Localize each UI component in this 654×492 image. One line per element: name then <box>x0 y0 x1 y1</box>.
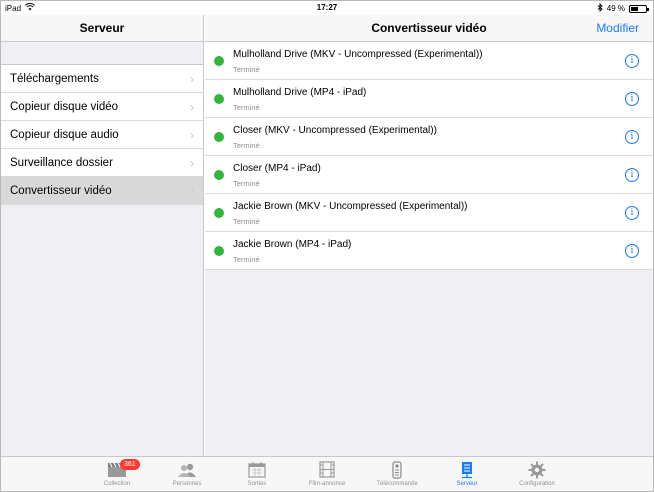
tab-label: Sorties <box>247 481 267 487</box>
edit-button[interactable]: Modifier <box>596 21 639 35</box>
conversion-row[interactable]: Jackie Brown (MP4 - iPad) Terminé i <box>205 232 653 270</box>
remote-icon <box>387 460 407 479</box>
menu-item-audio-disc-copier[interactable]: Copieur disque audio › <box>1 121 203 149</box>
conversion-row[interactable]: Jackie Brown (MKV - Uncompressed (Experi… <box>205 194 653 232</box>
status-time: 17:27 <box>316 3 338 12</box>
conversion-name: Jackie Brown (MKV - Uncompressed (Experi… <box>233 201 468 212</box>
gear-icon <box>527 460 547 479</box>
info-icon[interactable]: i <box>625 92 639 106</box>
tab-label: Configuration <box>519 481 555 487</box>
server-icon <box>457 460 477 479</box>
tab-label: Collection <box>103 481 131 487</box>
conversion-row[interactable]: Closer (MP4 - iPad) Terminé i <box>205 156 653 194</box>
status-done-indicator <box>214 170 224 180</box>
menu-item-downloads[interactable]: Téléchargements › <box>1 65 203 93</box>
conversion-status: Terminé <box>233 103 260 112</box>
master-navbar: Serveur <box>1 15 203 42</box>
conversion-status: Terminé <box>233 65 260 74</box>
app-window: iPad 17:27 49 % Serveur Téléchargements … <box>0 0 654 492</box>
conversion-name: Mulholland Drive (MP4 - iPad) <box>233 87 367 98</box>
tab-collection[interactable]: 361 Collection <box>82 457 152 491</box>
menu-item-label: Surveillance dossier <box>10 156 113 169</box>
film-icon <box>317 460 337 479</box>
tab-people[interactable]: Personnes <box>152 457 222 491</box>
master-pane: Serveur Téléchargements › Copieur disque… <box>1 15 204 456</box>
conversion-row[interactable]: Mulholland Drive (MKV - Uncompressed (Ex… <box>205 42 653 80</box>
status-bar: iPad 17:27 49 % <box>1 1 653 15</box>
conversion-row[interactable]: Mulholland Drive (MP4 - iPad) Terminé i <box>205 80 653 118</box>
menu-item-video-converter[interactable]: Convertisseur vidéo › <box>1 177 203 205</box>
conversion-row[interactable]: Closer (MKV - Uncompressed (Experimental… <box>205 118 653 156</box>
tab-server[interactable]: Serveur <box>432 457 502 491</box>
menu-item-label: Copieur disque audio <box>10 128 119 141</box>
detail-navbar: Convertisseur vidéo Modifier <box>205 15 653 42</box>
tab-configuration[interactable]: Configuration <box>502 457 572 491</box>
server-menu-list: Téléchargements › Copieur disque vidéo ›… <box>1 64 203 205</box>
battery-percent: 49 % <box>606 4 625 13</box>
tab-releases[interactable]: Sorties <box>222 457 292 491</box>
conversion-list: Mulholland Drive (MKV - Uncompressed (Ex… <box>205 42 653 270</box>
status-done-indicator <box>214 208 224 218</box>
menu-item-folder-monitoring[interactable]: Surveillance dossier › <box>1 149 203 177</box>
tab-trailers[interactable]: Film-annonce <box>292 457 362 491</box>
conversion-status: Terminé <box>233 141 260 150</box>
conversion-name: Closer (MKV - Uncompressed (Experimental… <box>233 125 437 136</box>
chevron-right-icon: › <box>190 155 194 170</box>
conversion-name: Jackie Brown (MP4 - iPad) <box>233 239 352 250</box>
chevron-right-icon: › <box>190 127 194 142</box>
conversion-name: Closer (MP4 - iPad) <box>233 163 321 174</box>
detail-title: Convertisseur vidéo <box>371 21 487 35</box>
calendar-icon <box>247 460 267 479</box>
battery-icon <box>629 4 649 13</box>
conversion-name: Mulholland Drive (MKV - Uncompressed (Ex… <box>233 49 483 60</box>
menu-item-label: Convertisseur vidéo <box>10 184 112 197</box>
conversion-status: Terminé <box>233 255 260 264</box>
tab-label: Personnes <box>172 481 202 487</box>
info-icon[interactable]: i <box>625 130 639 144</box>
bluetooth-icon <box>597 2 603 14</box>
collection-badge: 361 <box>120 459 140 470</box>
info-icon[interactable]: i <box>625 244 639 258</box>
chevron-right-icon: › <box>190 183 194 198</box>
people-icon <box>177 460 197 479</box>
menu-item-label: Copieur disque vidéo <box>10 100 119 113</box>
status-done-indicator <box>214 132 224 142</box>
conversion-status: Terminé <box>233 179 260 188</box>
chevron-right-icon: › <box>190 99 194 114</box>
status-done-indicator <box>214 56 224 66</box>
tab-label: Télécommande <box>376 481 418 487</box>
tab-remote[interactable]: Télécommande <box>362 457 432 491</box>
conversion-status: Terminé <box>233 217 260 226</box>
menu-item-video-disc-copier[interactable]: Copieur disque vidéo › <box>1 93 203 121</box>
status-done-indicator <box>214 246 224 256</box>
info-icon[interactable]: i <box>625 54 639 68</box>
menu-item-label: Téléchargements <box>10 72 99 85</box>
tab-bar: 361 Collection Personnes Sorties Film-an… <box>1 456 653 491</box>
chevron-right-icon: › <box>190 71 194 86</box>
status-done-indicator <box>214 94 224 104</box>
tab-label: Serveur <box>456 481 478 487</box>
detail-pane: Convertisseur vidéo Modifier Mulholland … <box>205 15 653 456</box>
tab-label: Film-annonce <box>308 481 346 487</box>
master-title: Serveur <box>79 21 125 35</box>
info-icon[interactable]: i <box>625 206 639 220</box>
info-icon[interactable]: i <box>625 168 639 182</box>
